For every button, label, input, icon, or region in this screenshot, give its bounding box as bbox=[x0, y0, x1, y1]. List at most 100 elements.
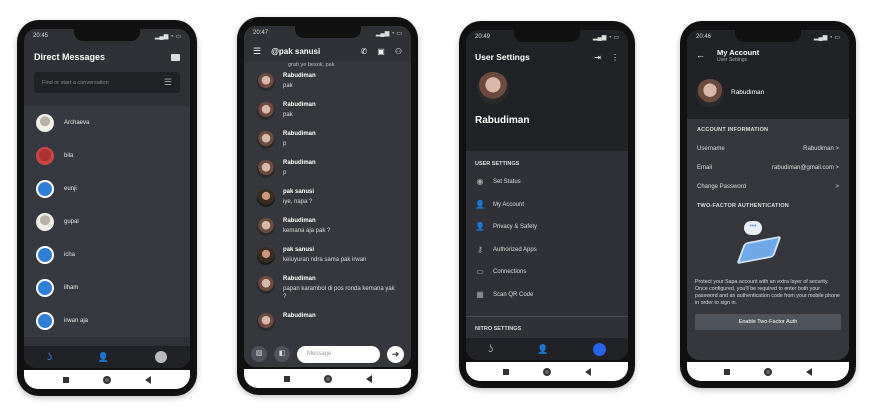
status-time: 20:46 bbox=[696, 34, 712, 40]
search-bar[interactable]: Find or start a conversation ☰ bbox=[34, 72, 180, 93]
message: Rabudiman papan karambol di pos ronda kem… bbox=[244, 273, 411, 310]
message: Rabudiman kemana aja pak ? bbox=[244, 215, 411, 244]
recents-icon[interactable] bbox=[503, 368, 509, 375]
contact-name: irwan aja bbox=[64, 317, 89, 324]
menu-icon[interactable]: ☰ bbox=[164, 78, 172, 87]
recents-icon[interactable] bbox=[283, 375, 290, 382]
list-item[interactable]: irwan aja bbox=[24, 304, 190, 337]
message: Rabudiman bbox=[244, 310, 411, 339]
user-icon: 👤 bbox=[475, 199, 485, 209]
list-item[interactable]: gupal bbox=[24, 205, 190, 238]
avatar bbox=[257, 131, 275, 149]
message-list: Rabudiman pak Rabudiman pak Rabudiman p Rab… bbox=[244, 70, 411, 339]
message: Rabudiman pak bbox=[244, 70, 411, 99]
back-icon[interactable] bbox=[585, 367, 591, 376]
new-message-icon[interactable] bbox=[171, 53, 180, 61]
back-icon[interactable] bbox=[806, 367, 812, 376]
avatar bbox=[257, 102, 275, 120]
row-label: Change Password bbox=[697, 183, 747, 190]
back-icon[interactable] bbox=[145, 375, 151, 384]
page-title: Direct Messages bbox=[34, 52, 106, 62]
message-input[interactable]: Message bbox=[297, 345, 380, 363]
account-header: ← My Account User Settings bbox=[687, 44, 849, 66]
signal-icons: ▂▄▆ ◔ ▭ bbox=[813, 34, 840, 41]
search-input[interactable]: Find or start a conversation bbox=[42, 80, 109, 86]
settings-item-label: Scan QR Code bbox=[493, 291, 534, 298]
members-icon[interactable]: ⚇ bbox=[395, 47, 402, 56]
dm-list: Archaeva bila eunji gupal icha ilham irw… bbox=[24, 106, 190, 337]
home-icon[interactable] bbox=[543, 367, 551, 376]
image-upload-button[interactable]: ▨ bbox=[251, 346, 267, 362]
more-icon[interactable]: ⋮ bbox=[611, 53, 619, 62]
key-icon: ⚷ bbox=[477, 244, 483, 254]
row-value: Rabudiman > bbox=[803, 145, 839, 152]
settings-item-privacy[interactable]: 👤 Privacy & Safety bbox=[466, 216, 628, 239]
settings-item-scan-qr[interactable]: ▦ Scan QR Code bbox=[466, 284, 628, 307]
settings-item-label: Set Status bbox=[493, 179, 521, 186]
avatar bbox=[257, 313, 275, 331]
call-icon[interactable]: ✆ bbox=[361, 47, 368, 56]
username-row[interactable]: Username Rabudiman > bbox=[687, 139, 849, 158]
hamburger-icon[interactable]: ☰ bbox=[253, 46, 261, 57]
message-text: kemana aja pak ? bbox=[283, 228, 331, 234]
qr-icon: ▦ bbox=[476, 289, 484, 299]
settings-item-authorized-apps[interactable]: ⚷ Authorized Apps bbox=[466, 239, 628, 262]
contact-name: eunji bbox=[64, 185, 77, 192]
phone-direct-messages: 20:45 ▂▄▆ ◔ ▭ Direct Messages Find or sta… bbox=[17, 20, 197, 396]
home-icon[interactable] bbox=[103, 375, 111, 384]
settings-item-set-status[interactable]: ◉ Set Status bbox=[466, 171, 628, 194]
composer: ▨ ◧ Message ➜ bbox=[244, 341, 411, 367]
settings-item-label: My Account bbox=[493, 201, 525, 208]
author-name: pak sanusi bbox=[283, 189, 315, 195]
profile-avatar-icon[interactable] bbox=[592, 342, 606, 356]
author-name: Rabudiman bbox=[283, 160, 316, 166]
status-icon: ◉ bbox=[476, 177, 484, 187]
avatar bbox=[36, 311, 54, 330]
message-text: pak bbox=[283, 112, 293, 118]
list-item[interactable]: icha bbox=[24, 238, 190, 271]
friends-icon[interactable]: 👤 bbox=[98, 352, 109, 363]
home-icon[interactable] bbox=[323, 374, 332, 383]
author-name: Rabudiman bbox=[283, 102, 316, 108]
recents-icon[interactable] bbox=[724, 368, 730, 375]
enable-tfa-button[interactable]: Enable Two-Factor Auth bbox=[695, 314, 841, 330]
camera-notch bbox=[514, 30, 580, 42]
back-arrow-icon[interactable]: ← bbox=[696, 50, 705, 60]
settings-item-connections[interactable]: ▭ Connections bbox=[466, 261, 628, 284]
list-item[interactable]: Archaeva bbox=[24, 106, 190, 139]
change-password-row[interactable]: Change Password > bbox=[687, 177, 849, 196]
profile-avatar-icon[interactable] bbox=[155, 351, 168, 363]
chat-header: ☰ @pak sanusi ✆ ▣ ⚇ bbox=[244, 40, 411, 62]
gift-button[interactable]: ◧ bbox=[274, 346, 290, 362]
email-row[interactable]: Email rabudiman@gmail.com > bbox=[687, 158, 849, 177]
wave-icon[interactable]: ʖ bbox=[488, 344, 493, 355]
recents-icon[interactable] bbox=[63, 376, 69, 383]
camera-notch bbox=[735, 30, 801, 42]
avatar bbox=[257, 276, 275, 294]
list-item[interactable]: eunji bbox=[24, 172, 190, 205]
avatar bbox=[36, 245, 54, 264]
list-item[interactable]: ilham bbox=[24, 271, 190, 304]
row-label: Username bbox=[697, 145, 725, 152]
list-item[interactable]: bila bbox=[24, 139, 190, 172]
send-button[interactable]: ➜ bbox=[387, 345, 404, 363]
avatar bbox=[36, 179, 54, 198]
wave-icon[interactable]: ʖ bbox=[47, 352, 52, 363]
camera-icon[interactable]: ▣ bbox=[377, 47, 385, 56]
friends-icon[interactable]: 👤 bbox=[537, 344, 548, 355]
avatar bbox=[36, 278, 54, 297]
camera-notch bbox=[294, 26, 361, 38]
home-icon[interactable] bbox=[764, 367, 772, 376]
shield-user-icon: 👤 bbox=[475, 222, 485, 232]
nitro-section-header: NITRO SETTINGS bbox=[475, 326, 522, 332]
row-value: rabudiman@gmail.com > bbox=[772, 164, 839, 171]
logout-icon[interactable]: ⇥ bbox=[594, 53, 601, 62]
page-title: My Account bbox=[717, 47, 760, 57]
settings-item-label: Privacy & Safety bbox=[493, 224, 538, 231]
back-icon[interactable] bbox=[365, 374, 372, 383]
message-text: papan karambol di pos ronda kemana yak ? bbox=[283, 286, 395, 300]
settings-item-label: Connections bbox=[493, 269, 527, 276]
chat-bubble-icon: ••• bbox=[744, 221, 762, 235]
settings-item-my-account[interactable]: 👤 My Account bbox=[466, 194, 628, 217]
section-header: ACCOUNT INFORMATION bbox=[697, 127, 769, 133]
